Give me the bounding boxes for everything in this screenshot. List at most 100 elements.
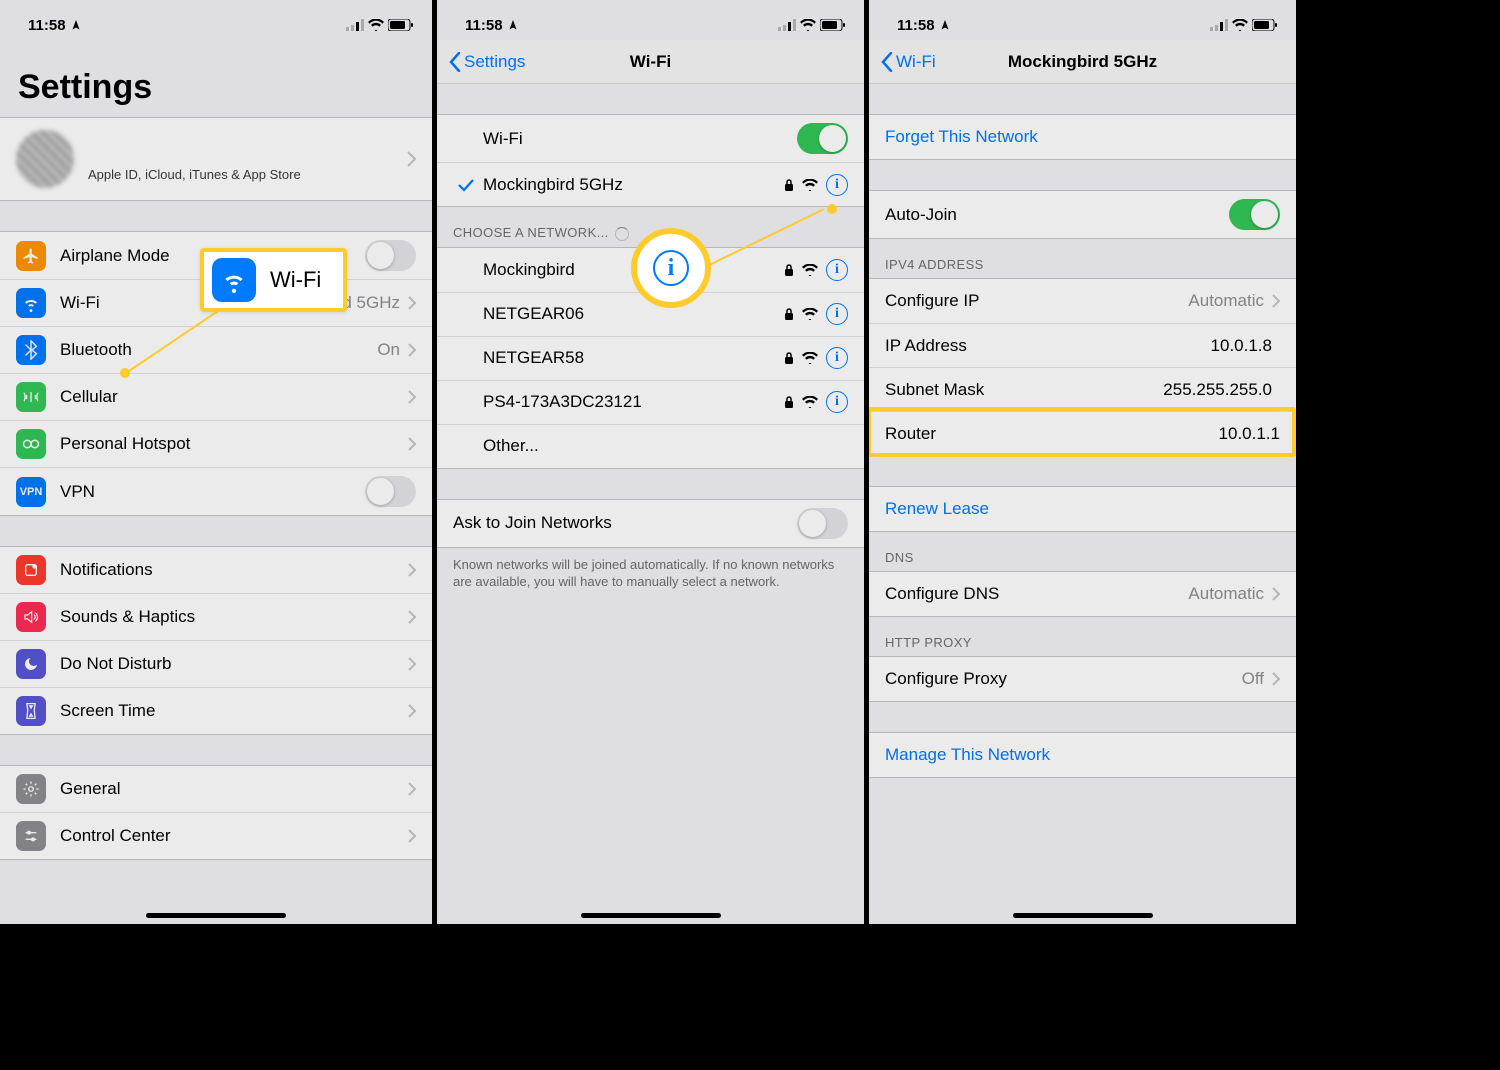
row-label: Sounds & Haptics xyxy=(60,607,408,627)
row-label: Ask to Join Networks xyxy=(453,513,797,533)
back-label: Wi-Fi xyxy=(896,52,936,72)
screen-wifi: 11:58 Settings Wi-Fi Wi-Fi Mockingbird 5… xyxy=(432,0,864,924)
proxy-header: HTTP PROXY xyxy=(869,617,1296,656)
cellular-icon xyxy=(346,19,364,31)
chevron-right-icon xyxy=(408,782,416,796)
chevron-right-icon xyxy=(408,343,416,357)
configure-proxy-row[interactable]: Configure Proxy Off xyxy=(869,657,1296,701)
forget-network-button[interactable]: Forget This Network xyxy=(869,115,1296,159)
vpn-row[interactable]: VPN VPN xyxy=(0,467,432,515)
network-name: Mockingbird 5GHz xyxy=(483,175,784,195)
row-detail: Automatic xyxy=(1188,291,1264,311)
info-button[interactable]: i xyxy=(826,391,848,413)
lock-icon xyxy=(784,307,794,321)
wifi-icon xyxy=(16,288,46,318)
info-button[interactable]: i xyxy=(826,347,848,369)
bluetooth-row[interactable]: Bluetooth On xyxy=(0,326,432,373)
chevron-right-icon xyxy=(408,829,416,843)
bluetooth-icon xyxy=(16,335,46,365)
controlcenter-icon xyxy=(16,821,46,851)
back-button[interactable]: Settings xyxy=(449,52,525,72)
row-label: Subnet Mask xyxy=(885,380,1163,400)
chevron-right-icon xyxy=(408,610,416,624)
spinner-icon xyxy=(615,227,629,241)
hotspot-icon xyxy=(16,429,46,459)
chevron-right-icon xyxy=(1272,294,1280,308)
renew-lease-button[interactable]: Renew Lease xyxy=(869,487,1296,531)
wifi-icon xyxy=(800,19,816,31)
status-icons xyxy=(346,19,414,31)
ip-address-row: IP Address 10.0.1.8 xyxy=(869,323,1296,367)
hotspot-row[interactable]: Personal Hotspot xyxy=(0,420,432,467)
connected-network-row[interactable]: Mockingbird 5GHz i xyxy=(437,162,864,206)
configure-dns-row[interactable]: Configure DNS Automatic xyxy=(869,572,1296,616)
home-indicator[interactable] xyxy=(146,913,286,918)
vpn-toggle[interactable] xyxy=(365,476,416,507)
screentime-row[interactable]: Screen Time xyxy=(0,687,432,734)
status-time: 11:58 xyxy=(28,17,82,34)
notifications-row[interactable]: Notifications xyxy=(0,547,432,593)
wifi-icon xyxy=(1232,19,1248,31)
status-bar: 11:58 xyxy=(869,0,1296,40)
row-label: Router xyxy=(885,424,1219,444)
info-button[interactable]: i xyxy=(826,174,848,196)
avatar xyxy=(16,130,74,188)
cellular-row[interactable]: Cellular xyxy=(0,373,432,420)
row-label: Renew Lease xyxy=(885,499,1280,519)
ask-join-row[interactable]: Ask to Join Networks xyxy=(437,500,864,547)
row-detail: Automatic xyxy=(1188,584,1264,604)
dnd-icon xyxy=(16,649,46,679)
status-time: 11:58 xyxy=(465,17,519,34)
row-detail: Off xyxy=(1242,669,1264,689)
subnet-row: Subnet Mask 255.255.255.0 xyxy=(869,367,1296,411)
other-network-row[interactable]: Other... xyxy=(437,424,864,468)
info-button[interactable]: i xyxy=(826,259,848,281)
network-row[interactable]: NETGEAR58i xyxy=(437,336,864,380)
row-detail: On xyxy=(377,340,400,360)
back-button[interactable]: Wi-Fi xyxy=(881,52,936,72)
general-group: General Control Center xyxy=(0,765,432,860)
lock-icon xyxy=(784,178,794,192)
chevron-left-icon xyxy=(881,52,893,72)
callout-label: Wi-Fi xyxy=(270,267,321,293)
manage-network-button[interactable]: Manage This Network xyxy=(869,733,1296,777)
alerts-group: Notifications Sounds & Haptics Do Not Di… xyxy=(0,546,432,735)
proxy-group: Configure Proxy Off xyxy=(869,656,1296,702)
battery-icon xyxy=(1252,19,1278,31)
configure-ip-row[interactable]: Configure IP Automatic xyxy=(869,279,1296,323)
sounds-row[interactable]: Sounds & Haptics xyxy=(0,593,432,640)
dnd-row[interactable]: Do Not Disturb xyxy=(0,640,432,687)
general-row[interactable]: General xyxy=(0,766,432,812)
row-label: Other... xyxy=(483,436,848,456)
controlcenter-row[interactable]: Control Center xyxy=(0,812,432,859)
wifi-strength-icon xyxy=(802,352,818,364)
status-bar: 11:58 xyxy=(437,0,864,40)
chevron-left-icon xyxy=(449,52,461,72)
wifi-toggle-row[interactable]: Wi-Fi xyxy=(437,115,864,162)
info-icon: i xyxy=(653,250,689,286)
autojoin-row[interactable]: Auto-Join xyxy=(869,191,1296,238)
autojoin-toggle[interactable] xyxy=(1229,199,1280,230)
row-label: IP Address xyxy=(885,336,1211,356)
row-label: Forget This Network xyxy=(885,127,1280,147)
callout-wifi: Wi-Fi xyxy=(200,248,347,312)
airplane-toggle[interactable] xyxy=(365,240,416,271)
ask-group: Ask to Join Networks xyxy=(437,499,864,548)
home-indicator[interactable] xyxy=(1013,913,1153,918)
row-label: Wi-Fi xyxy=(483,129,797,149)
row-label: Cellular xyxy=(60,387,408,407)
network-row[interactable]: PS4-173A3DC23121i xyxy=(437,380,864,424)
row-label: VPN xyxy=(60,482,365,502)
row-value: 10.0.1.1 xyxy=(1219,424,1280,444)
info-button[interactable]: i xyxy=(826,303,848,325)
nav-bar: Settings Wi-Fi xyxy=(437,40,864,84)
row-label: Bluetooth xyxy=(60,340,377,360)
ask-join-toggle[interactable] xyxy=(797,508,848,539)
appleid-row[interactable]: Apple ID, iCloud, iTunes & App Store xyxy=(0,117,432,201)
row-label: General xyxy=(60,779,408,799)
ask-footer: Known networks will be joined automatica… xyxy=(437,548,864,591)
wifi-toggle[interactable] xyxy=(797,123,848,154)
wifi-strength-icon xyxy=(802,179,818,191)
home-indicator[interactable] xyxy=(581,913,721,918)
back-label: Settings xyxy=(464,52,525,72)
